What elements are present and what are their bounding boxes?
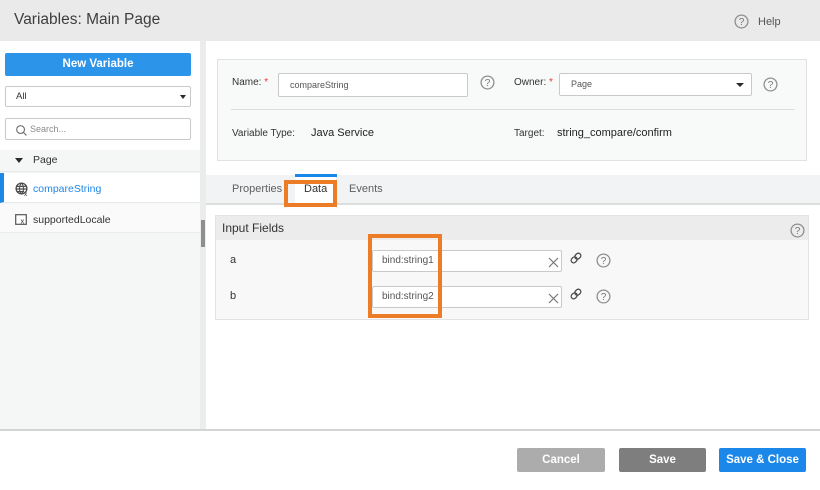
svg-text:?: ?	[601, 256, 607, 267]
svg-text:x: x	[21, 217, 25, 226]
svg-text:?: ?	[601, 292, 607, 303]
svg-text:x: x	[24, 191, 28, 196]
svg-text:?: ?	[739, 17, 745, 28]
svg-text:?: ?	[795, 226, 801, 237]
svg-text:?: ?	[768, 80, 774, 91]
svg-text:?: ?	[485, 78, 491, 89]
